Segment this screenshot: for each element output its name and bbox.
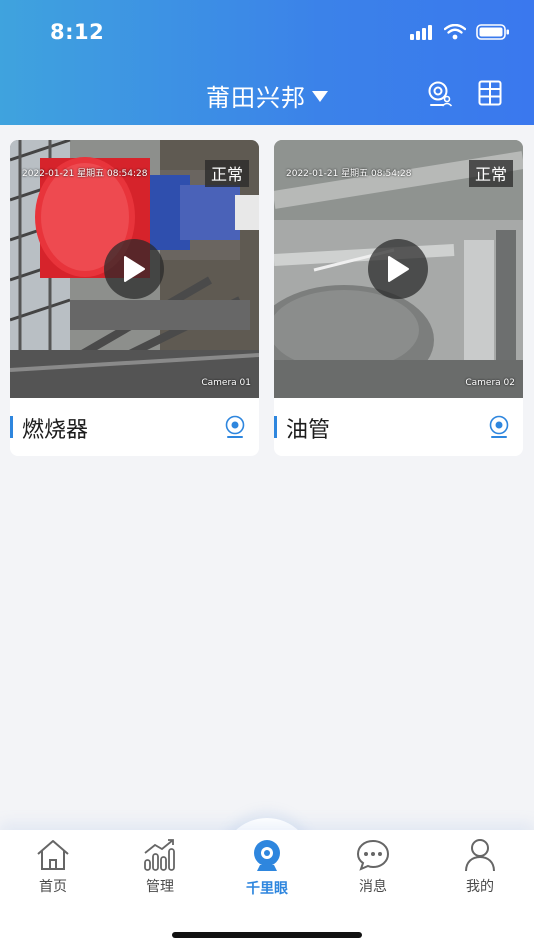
- camera-user-icon[interactable]: [427, 80, 453, 108]
- video-timestamp: 2022-01-21 星期五 08:54:28: [286, 169, 412, 179]
- video-timestamp: 2022-01-21 星期五 08:54:28: [22, 169, 148, 179]
- cellular-signal-icon: [410, 25, 432, 40]
- tab-profile[interactable]: 我的: [430, 838, 530, 896]
- tab-home[interactable]: 首页: [3, 838, 103, 896]
- battery-icon: [476, 24, 509, 40]
- play-icon: [388, 256, 409, 282]
- title-accent-bar: [274, 416, 277, 438]
- tab-label: 我的: [466, 879, 494, 895]
- tab-messages[interactable]: 消息: [323, 838, 423, 896]
- page-title: 莆田兴邦: [206, 84, 306, 112]
- camera-card-oil-pipe[interactable]: 2022-01-21 星期五 08:54:28 正常 Camera 02 油管: [274, 140, 523, 456]
- tab-label: 首页: [39, 879, 67, 895]
- status-badge: 正常: [468, 160, 513, 187]
- video-preview[interactable]: 2022-01-21 星期五 08:54:28 正常 Camera 02: [274, 140, 523, 398]
- camera-label: Camera 01: [201, 378, 251, 388]
- status-icons: [410, 24, 510, 40]
- grid-layout-icon[interactable]: [478, 80, 502, 106]
- home-indicator: [172, 932, 362, 938]
- tab-label: 管理: [146, 879, 174, 895]
- location-selector[interactable]: 莆田兴邦: [0, 78, 534, 113]
- camera-label: Camera 02: [465, 378, 515, 388]
- play-button[interactable]: [368, 239, 428, 299]
- status-time: 8:12: [50, 20, 105, 44]
- wifi-icon: [444, 24, 466, 40]
- status-badge: 正常: [204, 160, 249, 187]
- webcam-icon[interactable]: [489, 415, 509, 439]
- user-icon: [465, 839, 495, 872]
- tab-manage[interactable]: 管理: [110, 838, 210, 896]
- home-icon: [37, 840, 69, 870]
- webcam-icon: [254, 840, 280, 871]
- title-accent-bar: [10, 416, 13, 438]
- tab-label: 消息: [359, 879, 387, 895]
- tab-surveillance[interactable]: 千里眼: [217, 838, 317, 898]
- play-button[interactable]: [104, 239, 164, 299]
- camera-name: 油管: [286, 418, 331, 443]
- camera-card-burner[interactable]: 2022-01-21 星期五 08:54:28 正常 Camera 01 燃烧器: [10, 140, 259, 456]
- play-icon: [124, 256, 145, 282]
- camera-name: 燃烧器: [22, 418, 89, 443]
- card-footer: 油管: [274, 398, 523, 456]
- app-header: 8:12 莆田兴邦: [0, 0, 534, 125]
- card-footer: 燃烧器: [10, 398, 259, 456]
- bar-chart-icon: [144, 839, 175, 871]
- caret-down-icon: [312, 91, 328, 102]
- video-preview[interactable]: 2022-01-21 星期五 08:54:28 正常 Camera 01: [10, 140, 259, 398]
- webcam-icon[interactable]: [225, 415, 245, 439]
- chat-icon: [356, 839, 390, 871]
- tab-label: 千里眼: [246, 881, 288, 897]
